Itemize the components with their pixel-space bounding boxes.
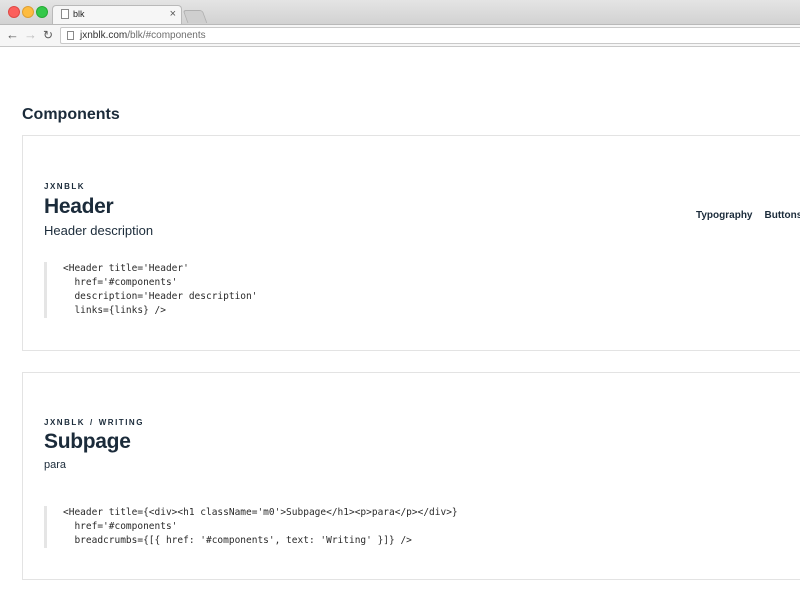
card-title: Header: [44, 195, 114, 218]
page-content: Components JXNBLK Header Header descript…: [0, 47, 800, 600]
forward-arrow-icon[interactable]: →: [24, 27, 37, 43]
browser-tab[interactable]: blk ×: [52, 5, 182, 24]
browser-toolbar: ← → ↻ jxnblk.com/blk/#components: [0, 25, 800, 47]
eyebrow-label: JXNBLK: [44, 182, 86, 191]
code-line: <Header title={<div><h1 className='m0'>S…: [63, 507, 458, 518]
maximize-window-button[interactable]: [36, 6, 48, 18]
code-line: links={links} />: [63, 305, 166, 316]
page-title: Components: [22, 106, 120, 123]
code-line: href='#components': [63, 521, 178, 532]
card-description: para: [44, 459, 67, 471]
link-typography[interactable]: Typography: [696, 210, 752, 221]
code-line: href='#components': [63, 277, 178, 288]
code-line: description='Header description': [63, 291, 258, 302]
close-window-button[interactable]: [8, 6, 20, 18]
url-text[interactable]: jxnblk.com/blk/#components: [80, 30, 206, 41]
minimize-window-button[interactable]: [22, 6, 34, 18]
link-buttons[interactable]: Buttons: [764, 210, 800, 221]
code-block: <Header title='Header' href='#components…: [44, 262, 257, 318]
breadcrumb-separator: /: [90, 418, 94, 427]
tab-title: blk: [73, 9, 85, 19]
card-description: Header description: [44, 223, 154, 238]
tab-close-icon[interactable]: ×: [170, 7, 176, 21]
back-arrow-icon[interactable]: ←: [6, 27, 19, 43]
page-icon: [67, 31, 74, 40]
reload-icon[interactable]: ↻: [43, 27, 53, 43]
breadcrumb-writing[interactable]: WRITING: [99, 418, 144, 427]
card-title: Subpage: [44, 430, 131, 453]
url-host: jxnblk.com: [80, 30, 128, 41]
window-titlebar: blk ×: [0, 0, 800, 25]
address-bar[interactable]: jxnblk.com/blk/#components: [60, 27, 800, 44]
url-path: /blk/#components: [127, 30, 206, 41]
code-line: breadcrumbs={[{ href: '#components', tex…: [63, 535, 412, 546]
header-links: Typography Buttons: [696, 205, 800, 223]
breadcrumb-root[interactable]: JXNBLK: [44, 418, 85, 427]
component-card-header: JXNBLK Header Header description Typogra…: [22, 135, 800, 351]
component-card-subpage: JXNBLK / WRITING Subpage para <Header titl…: [22, 372, 800, 580]
new-tab-button[interactable]: [182, 10, 208, 23]
code-line: <Header title='Header': [63, 263, 189, 274]
breadcrumb: JXNBLK / WRITING: [44, 418, 144, 427]
code-block: <Header title={<div><h1 className='m0'>S…: [44, 506, 458, 548]
page-icon: [61, 9, 69, 19]
